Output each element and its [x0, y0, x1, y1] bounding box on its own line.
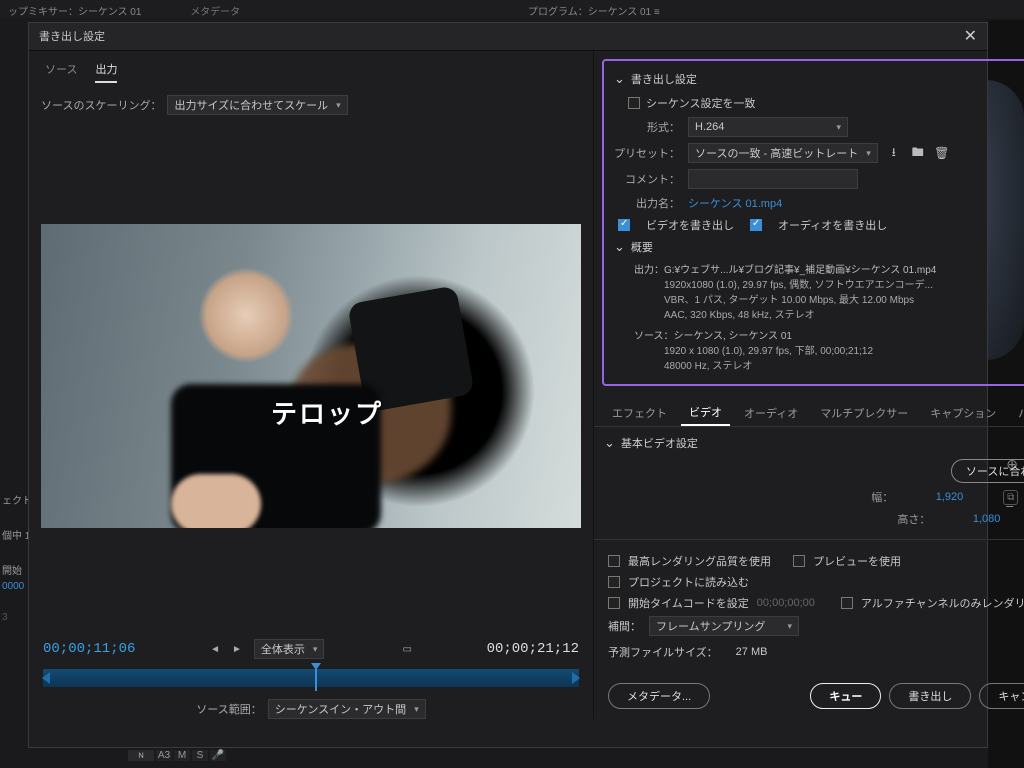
- source-range-select[interactable]: シーケンスイン・アウト間: [268, 699, 426, 719]
- max-quality-checkbox[interactable]: [608, 555, 620, 567]
- tab-output[interactable]: 出力: [95, 61, 117, 83]
- scaling-select[interactable]: 出力サイズに合わせてスケール: [167, 95, 347, 115]
- export-audio-checkbox[interactable]: [750, 219, 762, 231]
- tab-video[interactable]: ビデオ: [681, 400, 730, 426]
- match-sequence-checkbox[interactable]: [628, 97, 640, 109]
- export-video-checkbox[interactable]: [618, 219, 630, 231]
- export-button[interactable]: 書き出し: [889, 683, 971, 709]
- height-value[interactable]: 1,080: [940, 513, 1000, 525]
- import-preset-icon[interactable]: 🖿: [910, 145, 926, 161]
- preset-select[interactable]: ソースの一致 - 高速ビットレート: [688, 143, 878, 163]
- export-settings-header[interactable]: 書き出し設定: [614, 71, 1024, 87]
- bg-mixer-tab[interactable]: ップミキサー：シーケンス 01: [8, 7, 141, 18]
- comment-input[interactable]: [688, 169, 858, 189]
- metadata-button[interactable]: メタデータ...: [608, 683, 710, 709]
- timecode-current[interactable]: 00;00;11;06: [43, 641, 135, 657]
- fit-select[interactable]: 全体表示: [254, 639, 325, 659]
- max-quality-label: 最高レンダリング品質を使用: [628, 553, 771, 569]
- export-settings-dialog: 書き出し設定 ✕ ソース 出力 ソースのスケーリング： 出力サイズに合わせてスケ…: [28, 22, 988, 748]
- start-tc-value: 00;00;00;00: [757, 597, 815, 609]
- alpha-only-checkbox[interactable]: [841, 597, 853, 609]
- step-fwd-icon[interactable]: ►: [232, 644, 242, 655]
- preset-label: プリセット：: [614, 145, 680, 161]
- import-project-label: プロジェクトに読み込む: [628, 574, 749, 590]
- queue-button[interactable]: キュー: [810, 683, 881, 709]
- cancel-button[interactable]: キャンセル: [979, 683, 1024, 709]
- width-value[interactable]: 1,920: [903, 491, 963, 503]
- summary-header[interactable]: 概要: [614, 239, 1024, 255]
- match-source-button[interactable]: ソースに合わせる: [951, 459, 1024, 483]
- dialog-title: 書き出し設定: [39, 23, 105, 51]
- height-label: 高さ：: [897, 511, 930, 527]
- interpolation-label: 補間：: [608, 618, 641, 634]
- import-project-checkbox[interactable]: [608, 576, 620, 588]
- step-back-icon[interactable]: ◄: [210, 644, 220, 655]
- interpolation-select[interactable]: フレームサンプリング: [649, 616, 799, 636]
- format-label: 形式：: [614, 119, 680, 135]
- match-sequence-label: シーケンス設定を一致: [646, 95, 755, 111]
- summary-output: 出力：G:¥ウェブサ...ル¥ブログ記事¥_補足動画¥シーケンス 01.mp4 …: [634, 263, 1024, 374]
- use-preview-checkbox[interactable]: [793, 555, 805, 567]
- start-tc-checkbox[interactable]: [608, 597, 620, 609]
- playhead-icon[interactable]: [311, 663, 321, 670]
- tab-effects[interactable]: エフェクト: [604, 401, 675, 425]
- tab-audio[interactable]: オーディオ: [736, 401, 806, 425]
- tab-source[interactable]: ソース: [45, 61, 77, 83]
- start-tc-label: 開始タイムコードを設定: [628, 595, 749, 611]
- preview-telop-text: テロップ: [271, 394, 383, 431]
- preview-monitor[interactable]: テロップ: [41, 224, 581, 528]
- tab-caption[interactable]: キャプション: [922, 401, 1004, 425]
- range-slider[interactable]: [43, 669, 579, 687]
- bg-program-tab[interactable]: プログラム：シーケンス 01 ≡: [520, 0, 870, 18]
- timecode-duration: 00;00;21;12: [487, 641, 579, 657]
- export-video-label: ビデオを書き出し: [646, 217, 734, 233]
- delete-preset-icon[interactable]: 🗑: [934, 145, 950, 161]
- alpha-only-label: アルファチャンネルのみレンダリング: [861, 595, 1024, 611]
- close-icon[interactable]: ✕: [964, 23, 977, 51]
- estimated-size-label: 予測ファイルサイズ：: [608, 644, 718, 660]
- bg-metadata-tab[interactable]: メタデータ: [190, 7, 240, 18]
- basic-video-header[interactable]: 基本ビデオ設定: [604, 435, 1024, 451]
- tab-publish[interactable]: パブ: [1010, 401, 1024, 425]
- link-dimensions-icon[interactable]: ⧉: [1003, 490, 1018, 505]
- scaling-label: ソースのスケーリング：: [41, 97, 161, 113]
- output-name-link[interactable]: シーケンス 01.mp4: [688, 195, 782, 211]
- tab-mux[interactable]: マルチプレクサー: [812, 401, 916, 425]
- comment-label: コメント：: [614, 171, 680, 187]
- export-settings-section: 書き出し設定 シーケンス設定を一致 形式： H.264 プリセット： ソースの一…: [602, 59, 1024, 386]
- format-select[interactable]: H.264: [688, 117, 848, 137]
- aspect-icon[interactable]: ▭: [402, 644, 411, 655]
- save-preset-icon[interactable]: ⭳: [886, 145, 902, 161]
- source-range-label: ソース範囲：: [196, 701, 261, 717]
- output-name-label: 出力名：: [614, 195, 680, 211]
- width-label: 幅：: [871, 489, 893, 505]
- export-audio-label: オーディオを書き出し: [778, 217, 887, 233]
- estimated-size-value: 27 MB: [736, 646, 768, 658]
- use-preview-label: プレビューを使用: [813, 553, 901, 569]
